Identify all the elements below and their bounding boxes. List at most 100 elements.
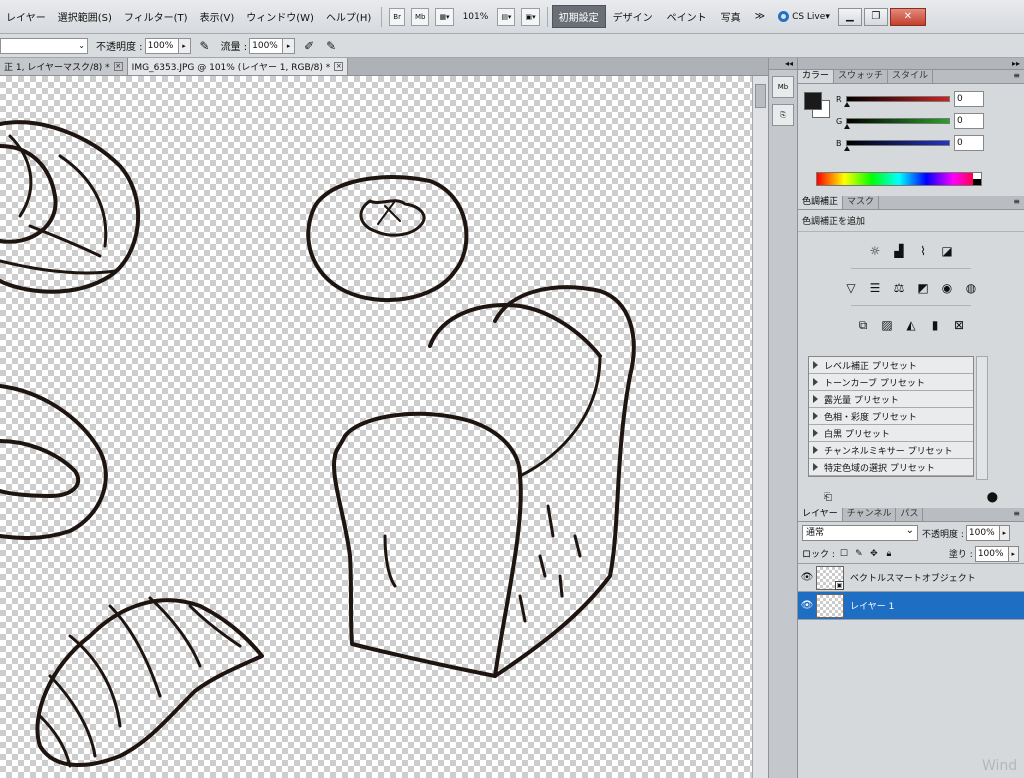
preset-list-scrollbar[interactable]	[976, 356, 988, 480]
tab-color[interactable]: カラー	[798, 70, 835, 83]
foreground-color-swatch[interactable]	[804, 92, 822, 110]
blue-slider[interactable]	[844, 140, 950, 151]
tab-adjustments[interactable]: 色調補正	[798, 196, 844, 209]
levels-icon[interactable]: ▟	[890, 242, 908, 260]
menu-help[interactable]: ヘルプ(H)	[320, 9, 377, 24]
red-slider[interactable]	[844, 96, 950, 107]
pressure-size-icon[interactable]: ✎	[323, 38, 339, 54]
airbrush-icon[interactable]: ✐	[301, 38, 317, 54]
layer-opacity-arrow[interactable]: ▸	[999, 525, 1010, 541]
threshold-icon[interactable]: ◭	[902, 316, 920, 334]
menu-window[interactable]: ウィンドウ(W)	[240, 9, 320, 24]
mini-bridge-button[interactable]: Mb	[410, 7, 430, 26]
mini-bridge-panel-icon[interactable]: Mb	[772, 76, 794, 98]
fill-input[interactable]: 100%	[974, 545, 1009, 562]
layer-opacity-input[interactable]: 100%	[965, 525, 1000, 541]
exposure-icon[interactable]: ◪	[938, 242, 956, 260]
panel-menu-icon[interactable]: ≡	[1013, 197, 1020, 206]
minimize-button[interactable]: ▁	[837, 7, 862, 26]
layer-row-selected[interactable]: 👁︎ レイヤー 1	[798, 592, 1024, 620]
workspace-design[interactable]: デザイン	[606, 9, 660, 24]
menu-layer[interactable]: レイヤー	[0, 9, 52, 24]
dock-collapse-arrows[interactable]: ▸▸	[798, 58, 1024, 70]
slider-knob[interactable]	[844, 146, 850, 151]
strip-collapse-arrows[interactable]: ◂◂	[769, 58, 797, 70]
preset-channel-mixer[interactable]: チャンネルミキサー プリセット	[809, 442, 973, 459]
menu-view[interactable]: 表示(V)	[194, 9, 241, 24]
color-spectrum-ramp[interactable]	[816, 172, 982, 186]
channel-mixer-icon[interactable]: ◍	[962, 279, 980, 297]
doc-tab-active[interactable]: IMG_6353.JPG @ 101% (レイヤー 1, RGB/8) * ×	[127, 58, 349, 75]
lock-transparency-icon[interactable]: ☐	[838, 548, 850, 560]
black-white-icon[interactable]: ◩	[914, 279, 932, 297]
visibility-eye-icon[interactable]: 👁︎	[798, 600, 816, 611]
clip-to-layer-icon[interactable]: ⎗	[824, 492, 832, 503]
hue-saturation-icon[interactable]: ☰	[866, 279, 884, 297]
visibility-eye-icon[interactable]: 👁︎	[798, 572, 816, 583]
tab-swatches[interactable]: スウォッチ	[834, 70, 889, 83]
cs-live-button[interactable]: CS Live ▾	[772, 11, 836, 22]
vibrance-icon[interactable]: ▽	[842, 279, 860, 297]
slider-knob[interactable]	[844, 124, 850, 129]
green-slider[interactable]	[844, 118, 950, 129]
zoom-level-select[interactable]: 101%	[457, 12, 495, 22]
curves-icon[interactable]: ⌇	[914, 242, 932, 260]
fill-arrow[interactable]: ▸	[1008, 545, 1019, 562]
view-extras-button[interactable]: ▦▾	[435, 7, 454, 26]
selective-color-icon[interactable]: ⊠	[950, 316, 968, 334]
tab-layers[interactable]: レイヤー	[798, 508, 843, 521]
more-workspaces-button[interactable]: ≫	[748, 11, 772, 22]
photo-filter-icon[interactable]: ◉	[938, 279, 956, 297]
layer-row[interactable]: 👁︎ ▣ ベクトルスマートオブジェクト	[798, 564, 1024, 592]
preset-exposure[interactable]: 露光量 プリセット	[809, 391, 973, 408]
preset-levels[interactable]: レベル補正 プリセット	[809, 357, 973, 374]
blue-value-input[interactable]: 0	[954, 135, 984, 151]
panel-menu-icon[interactable]: ≡	[1013, 509, 1020, 518]
close-tab-icon[interactable]: ×	[334, 62, 344, 71]
posterize-icon[interactable]: ▨	[878, 316, 896, 334]
opacity-slider-arrow[interactable]: ▸	[178, 37, 191, 54]
doc-tab[interactable]: 正 1, レイヤーマスク/8) * ×	[0, 58, 128, 75]
red-value-input[interactable]: 0	[954, 91, 984, 107]
tab-styles[interactable]: スタイル	[888, 70, 934, 83]
maximize-button[interactable]: ❐	[863, 7, 888, 26]
close-button[interactable]: ✕	[889, 7, 926, 26]
workspace-essentials[interactable]: 初期設定	[551, 5, 606, 28]
arrange-documents-button[interactable]: ▤▾	[497, 7, 516, 26]
gradient-map-icon[interactable]: ▮	[926, 316, 944, 334]
workspace-painting[interactable]: ペイント	[660, 9, 714, 24]
blend-mode-select[interactable]: 通常	[802, 524, 918, 541]
color-balance-icon[interactable]: ⚖	[890, 279, 908, 297]
history-panel-icon[interactable]: ⎘	[772, 104, 794, 126]
scrollbar-thumb[interactable]	[755, 84, 766, 108]
panel-menu-icon[interactable]: ≡	[1013, 71, 1020, 80]
green-value-input[interactable]: 0	[954, 113, 984, 129]
menu-select[interactable]: 選択範囲(S)	[52, 9, 118, 24]
invert-icon[interactable]: ⧉	[854, 316, 872, 334]
tab-paths[interactable]: パス	[896, 508, 924, 521]
bridge-button[interactable]: Br	[389, 7, 405, 26]
pressure-opacity-icon[interactable]: ✎	[197, 38, 213, 54]
opacity-input[interactable]: 100%	[144, 37, 179, 54]
flow-input[interactable]: 100%	[249, 37, 284, 54]
mask-options-icon[interactable]: ⬤	[987, 492, 998, 503]
flow-slider-arrow[interactable]: ▸	[283, 37, 296, 54]
document-canvas[interactable]	[0, 76, 752, 778]
brightness-contrast-icon[interactable]: ☼	[866, 242, 884, 260]
canvas-vertical-scrollbar[interactable]	[752, 76, 768, 778]
preset-hue-saturation[interactable]: 色相・彩度 プリセット	[809, 408, 973, 425]
workspace-photography[interactable]: 写真	[714, 9, 748, 24]
menu-filter[interactable]: フィルター(T)	[118, 9, 194, 24]
screen-mode-button[interactable]: ▣▾	[521, 7, 540, 26]
black-white-swatch[interactable]	[973, 173, 981, 185]
brush-preset-select[interactable]: ⌄	[0, 37, 88, 54]
lock-pixels-icon[interactable]: ✎	[853, 548, 865, 560]
preset-black-white[interactable]: 白黒 プリセット	[809, 425, 973, 442]
close-tab-icon[interactable]: ×	[113, 62, 123, 71]
tab-masks[interactable]: マスク	[843, 196, 880, 209]
preset-curves[interactable]: トーンカーブ プリセット	[809, 374, 973, 391]
preset-selective-color[interactable]: 特定色域の選択 プリセット	[809, 459, 973, 476]
tab-channels[interactable]: チャンネル	[843, 508, 897, 521]
lock-all-icon[interactable]: 🔒︎	[883, 548, 895, 560]
slider-knob[interactable]	[844, 102, 850, 107]
